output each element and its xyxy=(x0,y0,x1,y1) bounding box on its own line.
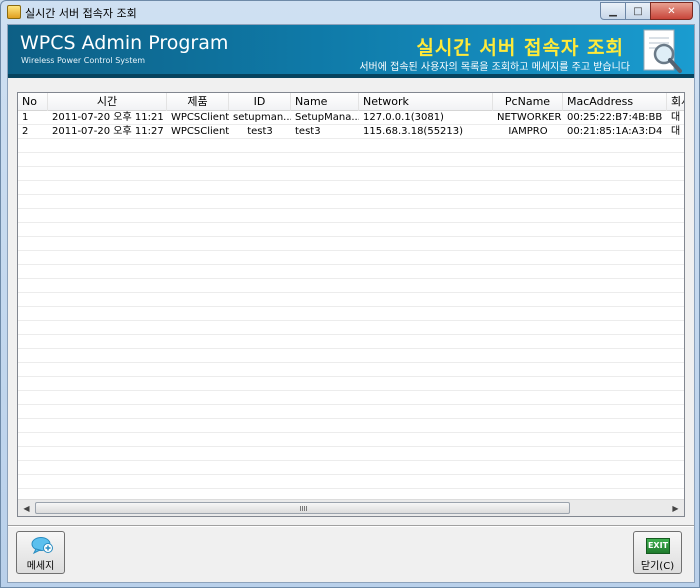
close-icon: ✕ xyxy=(667,5,676,17)
client-area: WPCS Admin Program Wireless Power Contro… xyxy=(7,24,695,583)
cell-time: 2011-07-20 오후 11:21 xyxy=(52,112,164,123)
brand-title: WPCS Admin Program xyxy=(20,32,229,54)
document-search-icon xyxy=(643,29,682,73)
app-icon xyxy=(7,5,21,19)
table-row[interactable]: 1 2011-07-20 오후 11:21 WPCSClient setupma… xyxy=(18,111,684,125)
cell-id: setupman... xyxy=(233,112,291,123)
cell-company: 대 xyxy=(671,126,681,137)
maximize-button[interactable]: □ xyxy=(625,2,651,20)
cell-network: 115.68.3.18(55213) xyxy=(363,126,464,137)
title-bar[interactable]: 실시간 서버 접속자 조회 ▁ □ ✕ xyxy=(1,1,699,23)
minimize-icon: ▁ xyxy=(609,5,617,17)
message-button[interactable]: 메세지 xyxy=(16,531,65,574)
horizontal-scrollbar[interactable]: ◀ ▶ xyxy=(18,499,684,516)
cell-pcname: NETWORKER xyxy=(497,112,562,123)
column-header-network[interactable]: Network xyxy=(359,93,493,111)
cell-name: SetupMana... xyxy=(295,112,359,123)
column-header-macaddress[interactable]: MacAddress xyxy=(563,93,667,111)
cell-macaddress: 00:21:85:1A:A3:D4 xyxy=(567,126,663,137)
divider xyxy=(8,525,694,527)
caption-buttons: ▁ □ ✕ xyxy=(600,2,693,20)
cell-product: WPCSClient xyxy=(171,112,229,123)
list-body: 1 2011-07-20 오후 11:21 WPCSClient setupma… xyxy=(18,111,684,501)
column-header-no[interactable]: No xyxy=(18,93,48,111)
cell-time: 2011-07-20 오후 11:27 xyxy=(52,126,164,137)
page-description: 서버에 접속된 사용자의 목록을 조회하고 메세지를 주고 받습니다 xyxy=(359,62,630,73)
close-window-button[interactable]: ✕ xyxy=(650,2,693,20)
cell-id: test3 xyxy=(247,126,273,137)
scrollbar-thumb[interactable] xyxy=(35,502,570,514)
scroll-left-arrow-icon[interactable]: ◀ xyxy=(18,500,35,516)
grip-icon xyxy=(299,506,307,511)
column-header-pcname[interactable]: PcName xyxy=(493,93,563,111)
cell-pcname: IAMPRO xyxy=(508,126,548,137)
close-button-label: 닫기(C) xyxy=(640,561,675,572)
table-row[interactable]: 2 2011-07-20 오후 11:27 WPCSClient test3 t… xyxy=(18,125,684,139)
cell-product: WPCSClient xyxy=(171,126,229,137)
column-header-time[interactable]: 시간 xyxy=(48,93,167,111)
header-banner: WPCS Admin Program Wireless Power Contro… xyxy=(8,25,694,78)
cell-name: test3 xyxy=(295,126,321,137)
brand-subtitle: Wireless Power Control System xyxy=(21,56,146,65)
minimize-button[interactable]: ▁ xyxy=(600,2,626,20)
cell-no: 1 xyxy=(22,112,29,123)
column-header-company[interactable]: 회사 xyxy=(667,93,684,111)
speech-bubble-icon xyxy=(31,537,53,554)
maximize-icon: □ xyxy=(633,5,643,17)
close-button[interactable]: EXIT 닫기(C) xyxy=(633,531,682,574)
cell-no: 2 xyxy=(22,126,29,137)
window-title: 실시간 서버 접속자 조회 xyxy=(25,7,137,20)
column-header-product[interactable]: 제품 xyxy=(167,93,229,111)
page-heading: 실시간 서버 접속자 조회 xyxy=(416,37,624,59)
scroll-right-arrow-icon[interactable]: ▶ xyxy=(667,500,684,516)
list-header: No 시간 제품 ID Name Network PcName MacAddre… xyxy=(18,93,684,111)
connected-users-list[interactable]: No 시간 제품 ID Name Network PcName MacAddre… xyxy=(17,92,685,517)
cell-network: 127.0.0.1(3081) xyxy=(363,112,444,123)
window-frame: 실시간 서버 접속자 조회 ▁ □ ✕ WPCS Admin Program W… xyxy=(0,0,700,588)
column-header-name[interactable]: Name xyxy=(291,93,359,111)
cell-macaddress: 00:25:22:B7:4B:BB xyxy=(567,112,663,123)
message-button-label: 메세지 xyxy=(26,561,55,572)
column-header-id[interactable]: ID xyxy=(229,93,291,111)
exit-icon: EXIT xyxy=(646,538,670,554)
cell-company: 대 xyxy=(671,112,681,123)
